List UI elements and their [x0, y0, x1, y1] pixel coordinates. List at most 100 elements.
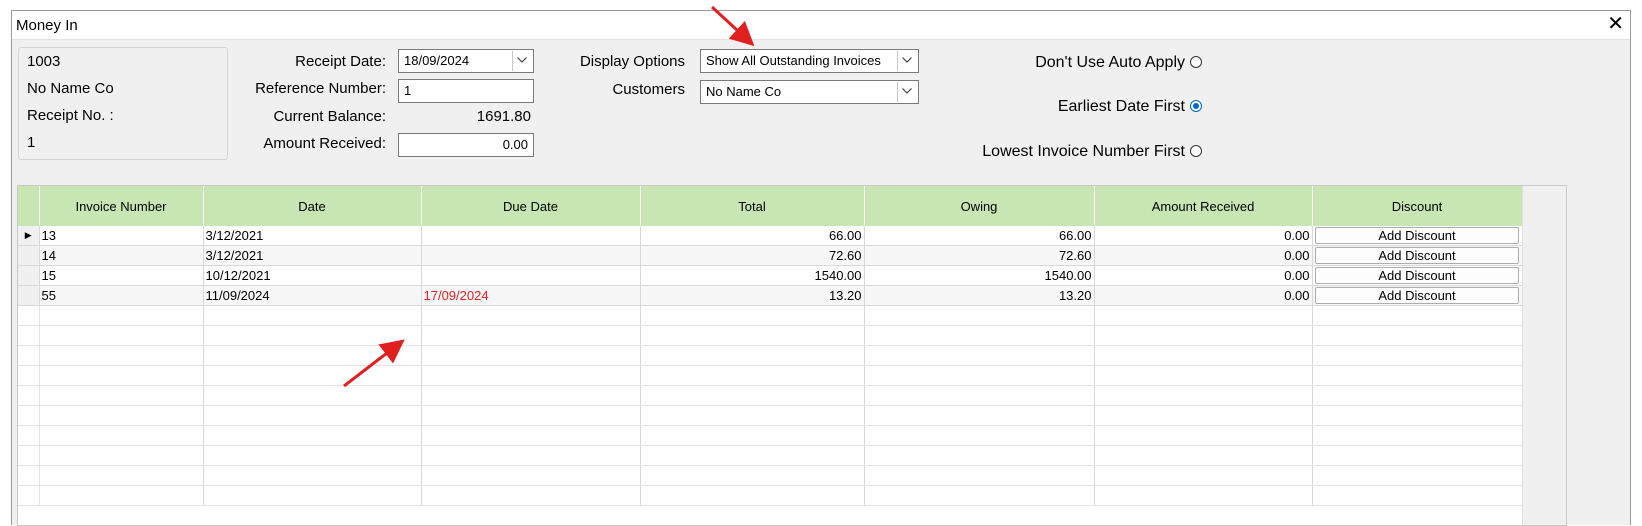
reference-number-input[interactable]: 1	[398, 79, 534, 103]
row-selector[interactable]	[18, 265, 40, 286]
empty-cell	[1312, 465, 1523, 486]
owing-cell[interactable]: 72.60	[864, 245, 1095, 266]
amount-received-cell[interactable]: 0.00	[1094, 226, 1313, 246]
column-header-total[interactable]: Total	[640, 186, 865, 226]
chevron-down-icon[interactable]	[897, 82, 917, 102]
add-discount-button[interactable]: Add Discount	[1315, 287, 1519, 304]
close-icon[interactable]: ✕	[1607, 13, 1624, 35]
table-row[interactable]: 55 11/09/2024 17/09/2024 13.20 13.20 0.0…	[18, 285, 1523, 306]
column-header-invoice-number[interactable]: Invoice Number	[39, 186, 204, 226]
invoice-number-cell[interactable]: 14	[39, 245, 204, 266]
date-cell[interactable]: 3/12/2021	[203, 245, 422, 266]
radio-icon[interactable]	[1190, 145, 1202, 157]
total-cell[interactable]: 72.60	[640, 245, 865, 266]
amount-received-input[interactable]: 0.00	[398, 133, 534, 157]
owing-cell[interactable]: 1540.00	[864, 265, 1095, 286]
amount-received-cell[interactable]: 0.00	[1094, 265, 1313, 286]
column-header-due-date[interactable]: Due Date	[421, 186, 641, 226]
table-row[interactable]: 15 10/12/2021 1540.00 1540.00 0.00 Add D…	[18, 265, 1523, 286]
empty-cell	[203, 365, 422, 386]
empty-cell	[864, 485, 1095, 506]
empty-cell	[1094, 325, 1313, 346]
due-date-cell[interactable]	[421, 245, 641, 266]
owing-cell[interactable]: 13.20	[864, 285, 1095, 306]
column-header-amount-received[interactable]: Amount Received	[1094, 186, 1313, 226]
date-cell[interactable]: 3/12/2021	[203, 226, 422, 246]
add-discount-button[interactable]: Add Discount	[1315, 267, 1519, 284]
table-row[interactable]: ▶ 13 3/12/2021 66.00 66.00 0.00 Add Disc…	[18, 226, 1523, 246]
due-date-cell[interactable]	[421, 226, 641, 246]
add-discount-button[interactable]: Add Discount	[1315, 247, 1519, 264]
invoice-number-cell[interactable]: 55	[39, 285, 204, 306]
empty-cell	[203, 445, 422, 466]
due-date-cell[interactable]	[421, 265, 641, 286]
money-in-window: Money In ✕ 1003 No Name Co Receipt No. :…	[11, 10, 1631, 526]
amount-received-cell[interactable]: 0.00	[1094, 245, 1313, 266]
total-cell[interactable]: 66.00	[640, 226, 865, 246]
customers-select[interactable]: No Name Co	[700, 80, 919, 104]
customer-info-box: 1003 No Name Co Receipt No. : 1	[18, 47, 228, 160]
display-options-label: Display Options	[579, 53, 685, 70]
date-cell[interactable]: 11/09/2024	[203, 285, 422, 306]
customer-name: No Name Co	[27, 80, 114, 97]
column-header-owing[interactable]: Owing	[864, 186, 1095, 226]
window-title: Money In	[16, 17, 78, 34]
radio-dont-use-auto-apply[interactable]: Don't Use Auto Apply	[1035, 54, 1202, 72]
radio-icon[interactable]	[1190, 56, 1202, 68]
empty-cell	[864, 405, 1095, 426]
date-cell[interactable]: 10/12/2021	[203, 265, 422, 286]
invoice-number-cell[interactable]: 13	[39, 226, 204, 246]
add-discount-button[interactable]: Add Discount	[1315, 227, 1519, 244]
row-selector-header	[18, 186, 40, 226]
empty-cell	[39, 385, 204, 406]
customers-value: No Name Co	[706, 84, 782, 99]
empty-cell	[864, 445, 1095, 466]
invoice-grid[interactable]: Invoice Number Date Due Date Total Owing…	[17, 185, 1567, 526]
receipt-date-picker[interactable]: 18/09/2024	[398, 49, 534, 73]
empty-row	[18, 305, 1523, 326]
empty-cell	[39, 325, 204, 346]
empty-cell	[39, 345, 204, 366]
grid-scroll-area[interactable]	[1522, 186, 1566, 525]
display-options-select[interactable]: Show All Outstanding Invoices	[700, 49, 919, 73]
total-cell[interactable]: 13.20	[640, 285, 865, 306]
empty-cell	[39, 365, 204, 386]
due-date-cell-overdue[interactable]: 17/09/2024	[421, 285, 641, 306]
radio-selected-icon[interactable]	[1190, 100, 1202, 112]
column-header-discount[interactable]: Discount	[1312, 186, 1523, 226]
table-row[interactable]: 14 3/12/2021 72.60 72.60 0.00 Add Discou…	[18, 245, 1523, 266]
empty-cell	[421, 465, 641, 486]
empty-cell	[1094, 485, 1313, 506]
empty-cell	[864, 305, 1095, 326]
owing-cell[interactable]: 66.00	[864, 226, 1095, 246]
empty-cell	[421, 485, 641, 506]
empty-cell	[39, 445, 204, 466]
row-selector[interactable]	[18, 285, 40, 306]
empty-cell	[421, 385, 641, 406]
empty-cell	[640, 345, 865, 366]
chevron-down-icon[interactable]	[897, 51, 917, 71]
empty-cell	[640, 305, 865, 326]
empty-cell	[1312, 485, 1523, 506]
empty-cell	[18, 325, 40, 346]
radio-label: Don't Use Auto Apply	[1035, 54, 1185, 71]
radio-earliest-date-first[interactable]: Earliest Date First	[1058, 98, 1202, 116]
empty-cell	[18, 365, 40, 386]
empty-cell	[203, 425, 422, 446]
table-header-row: Invoice Number Date Due Date Total Owing…	[18, 186, 1523, 226]
discount-cell: Add Discount	[1312, 226, 1523, 246]
total-cell[interactable]: 1540.00	[640, 265, 865, 286]
row-selector[interactable]	[18, 245, 40, 266]
empty-cell	[421, 345, 641, 366]
empty-row	[18, 345, 1523, 366]
empty-cell	[203, 405, 422, 426]
column-header-date[interactable]: Date	[203, 186, 422, 226]
radio-lowest-invoice-number-first[interactable]: Lowest Invoice Number First	[982, 143, 1202, 161]
amount-received-label: Amount Received:	[263, 135, 386, 152]
empty-cell	[39, 465, 204, 486]
empty-cell	[640, 325, 865, 346]
amount-received-cell[interactable]: 0.00	[1094, 285, 1313, 306]
chevron-down-icon[interactable]	[512, 51, 532, 71]
invoice-number-cell[interactable]: 15	[39, 265, 204, 286]
receipt-no-label: Receipt No. :	[27, 107, 114, 124]
